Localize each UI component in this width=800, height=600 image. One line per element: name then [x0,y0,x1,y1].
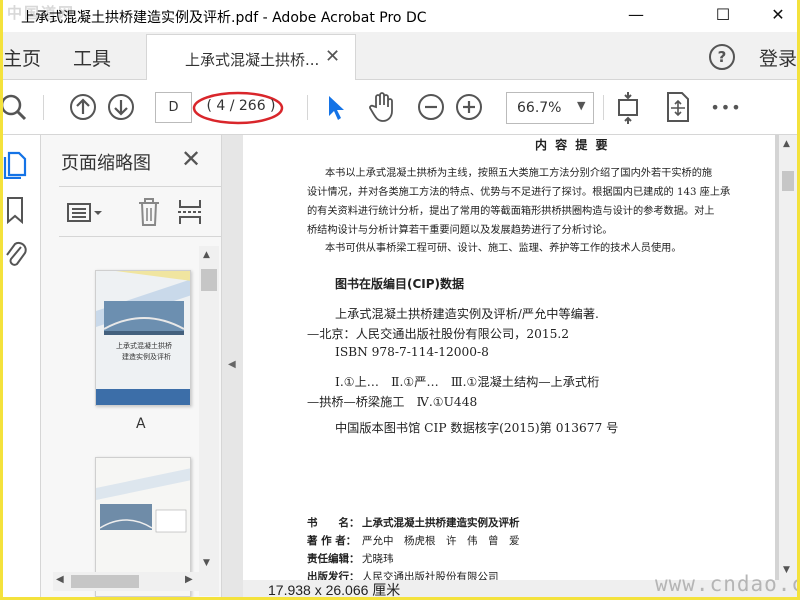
thumbnail-label: A [136,416,146,432]
acrobat-window: 中国道网 上承式混凝土拱桥建造实例及评析.pdf - Adobe Acrobat… [3,0,797,597]
zoom-select[interactable]: 66.7% ▼ [506,92,594,124]
fit-page-icon[interactable] [615,90,641,126]
cip-line: —北京：人民交通出版社股份有限公司，2015.2 [307,327,570,341]
pane-divider[interactable]: ◀ [221,135,243,597]
page-number-input[interactable]: D [155,92,192,123]
search-icon[interactable] [3,92,29,122]
abstract-line: 的有关资料进行统计分析，提出了常用的等截面箱形拱桥拱圈构造与设计的参考数据。对上 [307,206,715,217]
publisher-label: 出版发行： [307,571,360,580]
zoom-in-icon[interactable] [455,93,483,121]
authors-label: 著 作 者： [307,535,357,547]
cip-line: Ⅰ.①上… Ⅱ.①严… Ⅲ.①混凝土结构—上承式桁 [335,375,600,389]
abstract-line: 设计情况，并对各类施工方法的特点、优势与不足进行了探讨。根据国内已建成的 143… [307,187,731,198]
collapse-pane-icon[interactable]: ◀ [228,359,236,370]
tab-bar: 主页 工具 上承式混凝土拱桥... ✕ ? 登录 [3,32,797,81]
thumbnail-options-icon[interactable] [67,201,103,225]
abstract-line: 桥结构设计与分析计算若干重要问题以及发展趋势进行了分析讨论。 [307,225,613,236]
hand-tool-icon[interactable] [367,91,397,123]
more-tools-icon[interactable]: ••• [710,94,741,120]
page-heading: 内 容 提 要 [535,138,610,152]
tab-document-label: 上承式混凝土拱桥... [185,51,320,69]
document-vertical-scrollbar[interactable]: ▲ ▼ [779,135,797,580]
delete-page-icon[interactable] [137,197,161,227]
maximize-button[interactable]: ☐ [700,0,746,32]
previous-page-icon[interactable] [69,93,97,121]
page-count-text: ( 4 / 266 ) [206,98,276,114]
status-bar: 17.938 x 26.066 厘米 www.cndao.com [243,572,797,597]
thumbnail-vertical-scrollbar[interactable]: ▲ ▼ [199,246,219,596]
cip-line: —拱桥—桥梁施工 Ⅳ.①U448 [307,395,478,409]
cip-line: ISBN 978-7-114-12000-8 [335,345,489,359]
cover-title-line2: 建造实例及评析 [122,353,171,361]
page-count: ( 4 / 266 ) [192,91,296,125]
tab-home[interactable]: 主页 [3,44,41,71]
toolbar: D ( 4 / 266 ) 66.7% ▼ ••• [3,80,797,135]
abstract-line: 本书可供从事桥梁工程可研、设计、施工、监理、养护等工作的技术人员使用。 [325,243,682,254]
full-screen-icon[interactable] [665,91,691,123]
close-tab-icon[interactable]: ✕ [325,46,340,67]
title-bar: 中国道网 上承式混凝土拱桥建造实例及评析.pdf - Adobe Acrobat… [3,0,797,32]
close-pane-icon[interactable]: ✕ [181,145,201,173]
minimize-button[interactable]: — [613,0,659,32]
page-size: 17.938 x 26.066 厘米 [268,582,401,597]
book-name: 上承式混凝土拱桥建造实例及评析 [362,517,520,529]
cip-line: 中国版本图书馆 CIP 数据核字(2015)第 013677 号 [335,421,619,435]
close-window-button[interactable]: ✕ [755,0,797,32]
editor-label: 责任编辑： [307,553,360,565]
authors: 严允中 杨虎根 许 伟 曾 爱 [362,535,520,547]
abstract-line: 本书以上承式混凝土拱桥为主线，按照五大类施工方法分别介绍了国内外若干实桥的施 [325,168,713,179]
document-view: 内 容 提 要 本书以上承式混凝土拱桥为主线，按照五大类施工方法分别介绍了国内外… [243,135,797,597]
editor: 尤晓玮 [362,553,394,565]
navigation-rail [3,135,41,597]
zoom-out-icon[interactable] [417,93,445,121]
cip-heading: 图书在版编目(CIP)数据 [335,277,465,291]
help-icon[interactable]: ? [709,44,735,70]
extract-pages-icon[interactable] [177,198,203,226]
watermark-text: www.cndao.com [655,572,797,596]
tab-tools[interactable]: 工具 [73,44,111,71]
bookmarks-icon[interactable] [3,195,29,225]
book-name-label: 书 名： [307,517,360,529]
pdf-page: 内 容 提 要 本书以上承式混凝土拱桥为主线，按照五大类施工方法分别介绍了国内外… [243,135,775,580]
scroll-right-icon[interactable]: ▶ [185,574,193,585]
scroll-up-icon[interactable]: ▲ [203,250,210,260]
chevron-down-icon: ▼ [577,99,586,112]
zoom-value: 66.7% [517,100,562,116]
login-link[interactable]: 登录 [759,44,797,71]
next-page-icon[interactable] [107,93,135,121]
cip-line: 上承式混凝土拱桥建造实例及评析/严允中等编著. [335,307,599,321]
tab-document[interactable]: 上承式混凝土拱桥... ✕ [146,34,356,81]
cover-title-line1: 上承式混凝土拱桥 [116,342,172,350]
select-tool-icon[interactable] [325,94,347,122]
scroll-up-icon[interactable]: ▲ [783,139,790,149]
thumbnails-pane: 页面缩略图 ✕ 上承式混凝土拱桥 建造实例及评析 A ▲ ▼ ◀ ▶ [41,135,221,597]
thumbnail-horizontal-scrollbar[interactable]: ◀ ▶ [53,572,199,591]
publisher: 人民交通出版社股份有限公司 [362,571,499,580]
scroll-down-icon[interactable]: ▼ [203,558,210,568]
scroll-left-icon[interactable]: ◀ [56,574,64,585]
page-thumbnails-icon[interactable] [3,149,31,179]
page-thumbnail-cover[interactable]: 上承式混凝土拱桥 建造实例及评析 [95,270,191,406]
pane-title: 页面缩略图 [61,153,151,174]
window-title: 上承式混凝土拱桥建造实例及评析.pdf - Adobe Acrobat Pro … [21,10,427,26]
attachments-icon[interactable] [3,237,29,269]
